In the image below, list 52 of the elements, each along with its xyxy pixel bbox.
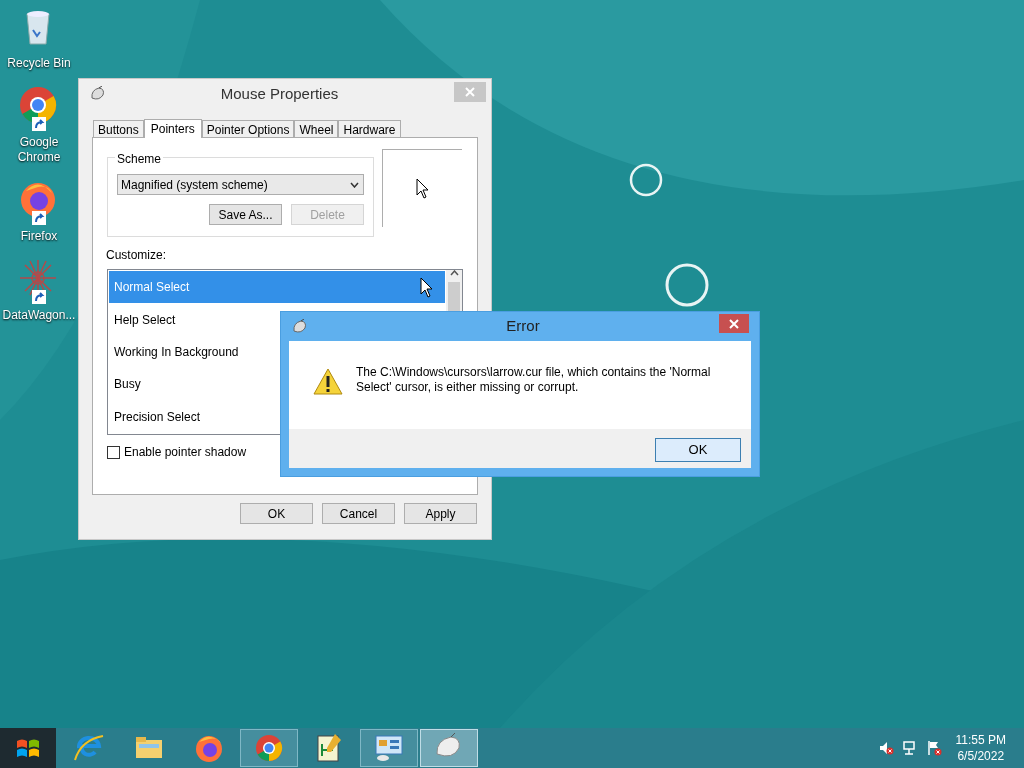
start-button[interactable] bbox=[0, 728, 56, 768]
taskbar-button[interactable] bbox=[360, 729, 418, 767]
tab[interactable]: Pointers bbox=[143, 119, 202, 138]
scheme-dropdown[interactable]: Magnified (system scheme) bbox=[117, 174, 364, 195]
control-panel-icon bbox=[373, 732, 405, 764]
item-label: Normal Select bbox=[114, 279, 190, 297]
checkbox-label[interactable]: Enable pointer shadow bbox=[124, 443, 247, 461]
checkbox[interactable] bbox=[107, 445, 120, 459]
dialog-button[interactable]: Cancel bbox=[322, 503, 395, 524]
chrome-icon bbox=[253, 732, 285, 764]
item-label: Working In Background bbox=[114, 344, 239, 361]
close-button[interactable] bbox=[719, 314, 749, 333]
clock-date[interactable]: 6/5/2022 bbox=[957, 748, 1005, 764]
item-label: Help Select bbox=[114, 311, 176, 329]
tab[interactable]: Hardware bbox=[338, 120, 401, 137]
tab[interactable]: Wheel bbox=[294, 120, 339, 137]
window-title: Error bbox=[505, 316, 541, 337]
warning-icon bbox=[313, 368, 343, 395]
desktop-icon-label[interactable]: Recycle Bin bbox=[1, 56, 77, 71]
taskbar-button[interactable] bbox=[240, 729, 298, 767]
close-icon bbox=[729, 318, 739, 329]
desktop-icon-label[interactable]: Google Chrome bbox=[1, 135, 77, 165]
scroll-thumb[interactable] bbox=[448, 282, 460, 312]
error-message: The C:\Windows\cursors\larrow.cur file, which contains the 'Normal Select' cursor, is either missing or corrupt. bbox=[356, 365, 712, 395]
item-label: Precision Select bbox=[114, 408, 201, 426]
desktop-icon-label[interactable]: Firefox bbox=[1, 229, 77, 244]
ok-button[interactable]: OK bbox=[655, 438, 741, 462]
cursor-icon bbox=[416, 178, 429, 199]
window-title: Mouse Properties bbox=[219, 83, 340, 104]
chrome-icon[interactable] bbox=[18, 85, 58, 125]
section-label: Customize: bbox=[106, 247, 168, 264]
scheme-button[interactable]: Save As... bbox=[209, 204, 282, 225]
speaker-muted-icon[interactable] bbox=[877, 740, 894, 756]
shortcut-icon bbox=[32, 117, 46, 131]
network-icon[interactable] bbox=[901, 740, 918, 756]
desktop-icon-label[interactable]: DataWagon... bbox=[1, 308, 77, 323]
close-icon bbox=[465, 87, 475, 97]
cursor-icon bbox=[420, 276, 433, 298]
shortcut-icon bbox=[32, 211, 46, 225]
mouse-icon bbox=[89, 86, 105, 102]
network-icon[interactable] bbox=[18, 258, 58, 298]
flag-icon[interactable] bbox=[925, 740, 942, 756]
windows-logo-icon bbox=[16, 737, 40, 759]
mouse-icon bbox=[291, 318, 307, 335]
shortcut-icon bbox=[32, 290, 46, 304]
dialog-button[interactable]: OK bbox=[240, 503, 313, 524]
tab[interactable]: Buttons bbox=[93, 120, 144, 137]
chevron-up-icon[interactable] bbox=[449, 270, 459, 276]
chevron-down-icon bbox=[350, 181, 359, 188]
dialog-button[interactable]: Apply bbox=[404, 503, 477, 524]
clock-time[interactable]: 11:55 PM bbox=[955, 732, 1006, 748]
tab[interactable]: Pointer Options bbox=[201, 120, 295, 137]
